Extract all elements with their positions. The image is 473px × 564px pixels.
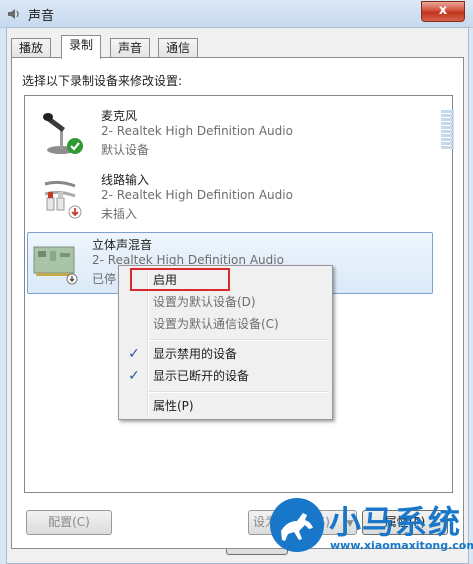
horse-logo-icon: [270, 498, 324, 552]
device-status: 默认设备: [101, 143, 150, 157]
menu-separator: [149, 339, 329, 341]
device-item-line-in[interactable]: 线路输入 2- Realtek High Definition Audio 未插…: [37, 168, 433, 226]
speaker-icon: [8, 9, 19, 19]
title-bar: 声音 x: [0, 0, 473, 28]
menu-item-label: 显示已断开的设备: [153, 369, 250, 383]
device-name: 麦克风: [101, 109, 138, 123]
line-in-icon: [44, 180, 82, 219]
menu-item-label: 设置为默认设备(D): [153, 295, 256, 309]
menu-item-set-default-device[interactable]: 设置为默认设备(D): [119, 291, 332, 313]
menu-item-show-disabled[interactable]: ✓ 显示禁用的设备: [119, 343, 332, 365]
tab-communications[interactable]: 通信: [158, 38, 199, 58]
checkmark-icon: ✓: [128, 368, 140, 384]
menu-item-label: 属性(P): [153, 399, 194, 413]
device-name: 立体声混音: [92, 238, 153, 252]
tab-sounds[interactable]: 声音: [110, 38, 151, 58]
device-driver: 2- Realtek High Definition Audio: [101, 188, 293, 202]
checkmark-icon: ✓: [128, 346, 140, 362]
instruction-text: 选择以下录制设备来修改设置:: [22, 74, 183, 88]
microphone-icon: [43, 113, 83, 154]
menu-item-show-disconnected[interactable]: ✓ 显示已断开的设备: [119, 365, 332, 387]
device-status: 已停: [92, 272, 117, 286]
device-item-microphone[interactable]: 麦克风 2- Realtek High Definition Audio 默认设…: [37, 104, 454, 162]
sound-card-icon: [33, 246, 78, 285]
tab-playback[interactable]: 播放: [11, 38, 52, 58]
menu-item-set-default-comm-device[interactable]: 设置为默认通信设备(C): [119, 313, 332, 335]
highlight-annotation-box: [130, 268, 230, 291]
menu-item-label: 显示禁用的设备: [153, 347, 238, 361]
close-button[interactable]: x: [421, 1, 465, 22]
menu-item-label: 设置为默认通信设备(C): [153, 317, 279, 331]
configure-button[interactable]: 配置(C): [26, 510, 112, 535]
device-status: 未插入: [101, 207, 138, 221]
device-name: 线路输入: [101, 173, 150, 187]
window-title: 声音: [28, 9, 55, 24]
watermark-logo: 小马系统 www.xiaomaxitong.com: [263, 495, 473, 562]
level-meter: [441, 110, 454, 152]
menu-separator: [149, 391, 329, 393]
watermark-title: 小马系统: [329, 503, 462, 541]
menu-item-properties[interactable]: 属性(P): [119, 395, 332, 417]
watermark-url: www.xiaomaxitong.com: [330, 539, 473, 552]
tab-recording[interactable]: 录制: [61, 35, 102, 59]
device-driver: 2- Realtek High Definition Audio: [101, 124, 293, 138]
